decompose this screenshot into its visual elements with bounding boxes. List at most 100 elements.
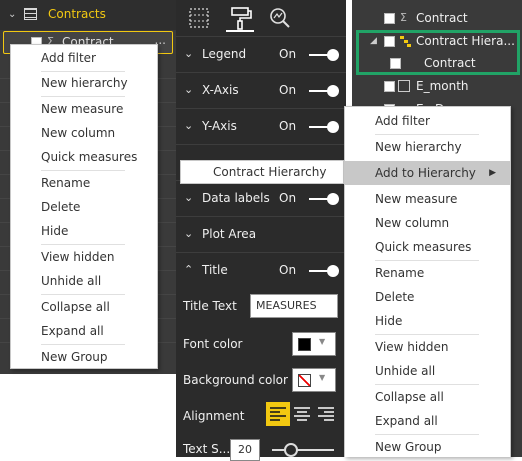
field-checkbox[interactable] xyxy=(384,81,395,92)
menu-item-new-column[interactable]: New column xyxy=(345,212,510,234)
menu-item-new-hierarchy[interactable]: New hierarchy xyxy=(11,72,157,94)
menu-item-view-hidden[interactable]: View hidden xyxy=(11,246,157,268)
toggle-state: On xyxy=(279,83,297,97)
menu-item-add-filter[interactable]: Add filter xyxy=(11,47,157,69)
slider-track xyxy=(272,449,334,451)
legend-toggle[interactable] xyxy=(309,49,341,61)
section-data-labels[interactable]: ⌄ Data labels On xyxy=(176,180,346,216)
menu-item-delete[interactable]: Delete xyxy=(11,196,157,218)
section-title[interactable]: ⌃ Title On xyxy=(176,252,346,288)
sigma-icon: Σ xyxy=(400,11,407,24)
title-text-label: Title Text xyxy=(183,299,237,313)
menu-item-label: Add to Hierarchy xyxy=(375,166,476,180)
field-row-contract[interactable]: Σ Contract xyxy=(352,8,522,30)
field-row-e-month[interactable]: E_month xyxy=(352,76,522,98)
section-y-axis[interactable]: ⌄ Y-Axis On xyxy=(176,108,346,144)
menu-item-collapse-all[interactable]: Collapse all xyxy=(11,296,157,318)
title-toggle[interactable] xyxy=(309,265,341,277)
section-legend[interactable]: ⌄ Legend On xyxy=(176,36,346,72)
no-color-swatch xyxy=(298,374,311,387)
align-center-icon[interactable] xyxy=(290,402,314,426)
toggle-state: On xyxy=(279,263,297,277)
fields-tab-icon[interactable] xyxy=(186,4,214,32)
x-axis-toggle[interactable] xyxy=(309,85,341,97)
title-text-input[interactable]: MEASURES xyxy=(250,294,338,318)
menu-item-new-measure[interactable]: New measure xyxy=(345,188,510,210)
table-icon xyxy=(24,8,37,20)
font-color-picker[interactable]: ▼ xyxy=(292,332,336,356)
field-context-menu: Add filter New hierarchy New measure New… xyxy=(10,44,158,369)
background-color-row: Background color ▼ xyxy=(176,362,346,398)
menu-item-rename[interactable]: Rename xyxy=(11,172,157,194)
chevron-down-icon: ▼ xyxy=(319,373,326,382)
menu-item-hide[interactable]: Hide xyxy=(11,220,157,242)
chevron-down-icon[interactable]: ⌄ xyxy=(184,47,193,60)
toggle-state: On xyxy=(279,119,297,133)
menu-item-collapse-all[interactable]: Collapse all xyxy=(345,386,510,408)
toggle-state: On xyxy=(279,191,297,205)
background-color-label: Background color xyxy=(183,373,288,387)
section-x-axis[interactable]: ⌄ X-Axis On xyxy=(176,72,346,108)
text-size-row: Text S... 20 xyxy=(176,436,346,461)
menu-item-view-hidden[interactable]: View hidden xyxy=(345,336,510,358)
section-label: Data labels xyxy=(202,191,270,205)
menu-separator xyxy=(375,384,479,385)
background-color-picker[interactable]: ▼ xyxy=(292,368,336,392)
section-plot-area[interactable]: ⌄ Plot Area xyxy=(176,216,346,252)
field-label: Contract xyxy=(416,11,468,25)
hierarchy-highlight-box xyxy=(356,30,520,75)
field-checkbox[interactable] xyxy=(384,13,395,24)
menu-separator xyxy=(375,134,479,135)
chevron-down-icon: ▼ xyxy=(319,337,326,346)
menu-item-rename[interactable]: Rename xyxy=(345,262,510,284)
menu-item-new-column[interactable]: New column xyxy=(11,122,157,144)
chevron-down-icon[interactable]: ⌄ xyxy=(184,191,193,204)
chevron-down-icon[interactable]: ⌄ xyxy=(184,227,193,240)
menu-separator xyxy=(375,260,479,261)
menu-item-add-filter[interactable]: Add filter xyxy=(345,110,510,132)
y-axis-toggle[interactable] xyxy=(309,121,341,133)
text-size-slider[interactable] xyxy=(272,443,334,457)
menu-item-quick-measures[interactable]: Quick measures xyxy=(345,236,510,258)
section-label: Title xyxy=(202,263,228,277)
alignment-row: Alignment xyxy=(176,398,346,434)
analytics-magnifier-icon[interactable] xyxy=(266,4,294,32)
menu-separator xyxy=(41,96,125,97)
data-labels-toggle[interactable] xyxy=(309,193,341,205)
section-label: Plot Area xyxy=(202,227,257,241)
table-header[interactable]: ⌄ Contracts xyxy=(0,0,176,30)
text-size-input[interactable]: 20 xyxy=(230,439,260,461)
table-name: Contracts xyxy=(48,7,106,21)
menu-item-expand-all[interactable]: Expand all xyxy=(11,320,157,342)
menu-separator xyxy=(41,294,125,295)
color-swatch xyxy=(298,338,311,351)
align-right-icon[interactable] xyxy=(314,402,338,426)
menu-item-new-measure[interactable]: New measure xyxy=(11,98,157,120)
chevron-down-icon[interactable]: ⌄ xyxy=(184,119,193,132)
menu-item-new-group[interactable]: New Group xyxy=(11,346,157,368)
slider-knob[interactable] xyxy=(284,443,298,457)
menu-separator xyxy=(375,334,479,335)
menu-item-expand-all[interactable]: Expand all xyxy=(345,410,510,432)
hierarchy-submenu-item[interactable]: Contract Hierarchy xyxy=(180,160,344,184)
chevron-down-icon[interactable]: ⌄ xyxy=(184,83,193,96)
calendar-icon xyxy=(398,80,410,92)
menu-item-hide[interactable]: Hide xyxy=(345,310,510,332)
menu-item-new-group[interactable]: New Group xyxy=(345,436,510,458)
menu-item-quick-measures[interactable]: Quick measures xyxy=(11,146,157,168)
menu-item-add-to-hierarchy[interactable]: Add to Hierarchy ▶ xyxy=(345,161,510,185)
submenu-arrow-icon: ▶ xyxy=(489,168,496,178)
align-left-icon[interactable] xyxy=(266,402,290,426)
menu-separator xyxy=(41,344,125,345)
menu-item-unhide-all[interactable]: Unhide all xyxy=(11,270,157,292)
chevron-up-icon[interactable]: ⌃ xyxy=(184,263,193,276)
section-label: X-Axis xyxy=(202,83,239,97)
title-text-row: Title Text MEASURES xyxy=(176,288,346,324)
menu-item-unhide-all[interactable]: Unhide all xyxy=(345,360,510,382)
menu-separator xyxy=(41,170,125,171)
format-pane: ⌄ Legend On ⌄ X-Axis On ⌄ Y-Axis On ⌄ Da… xyxy=(176,0,346,461)
format-paint-roller-icon[interactable] xyxy=(226,4,254,32)
chevron-down-icon[interactable]: ⌄ xyxy=(8,9,16,20)
menu-item-delete[interactable]: Delete xyxy=(345,286,510,308)
menu-item-new-hierarchy[interactable]: New hierarchy xyxy=(345,136,510,158)
